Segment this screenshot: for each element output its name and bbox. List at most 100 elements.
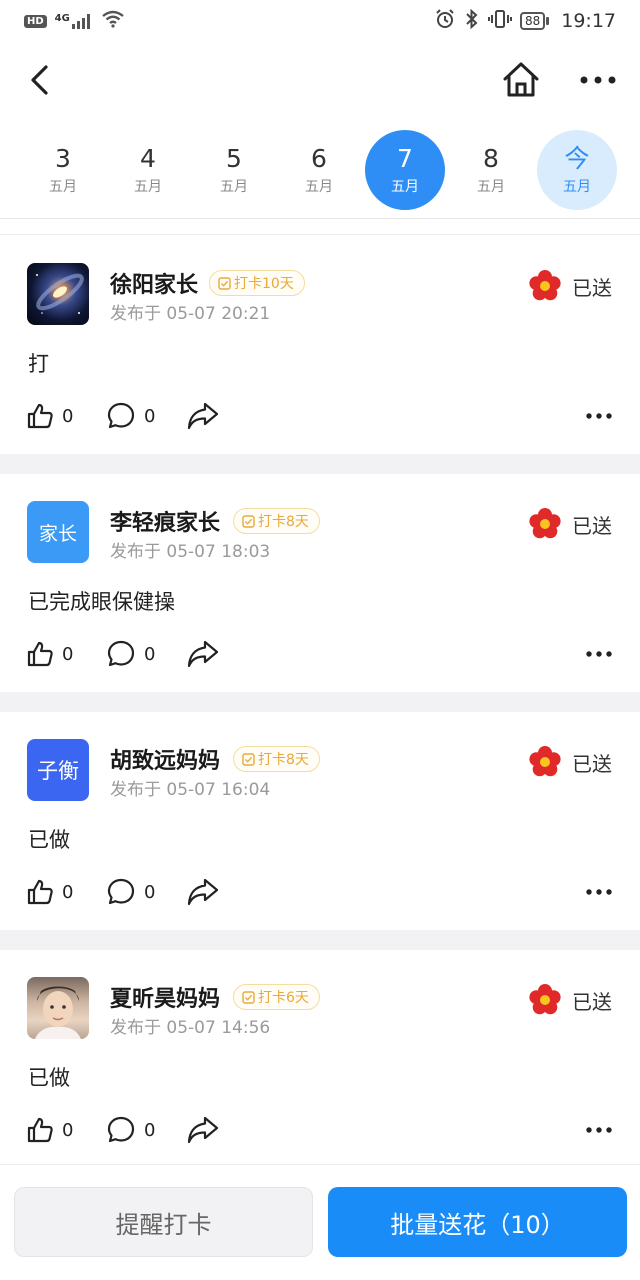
home-icon	[503, 62, 539, 97]
flower-sent[interactable]: 已送	[528, 507, 612, 541]
date-day: 5	[226, 144, 242, 173]
avatar[interactable]: 子衡	[27, 739, 89, 801]
date-item[interactable]: 5 五月	[194, 130, 274, 210]
action-row: 0 0	[26, 398, 616, 434]
author-name: 胡致远妈妈	[110, 749, 221, 774]
divider	[0, 218, 640, 219]
like-button[interactable]: 0	[26, 1112, 73, 1148]
comment-button[interactable]: 0	[106, 636, 155, 672]
date-item[interactable]: 6 五月	[279, 130, 359, 210]
comment-button[interactable]: 0	[106, 398, 155, 434]
post-content: 已做	[28, 828, 70, 852]
bluetooth-icon	[464, 8, 480, 34]
post-card: 家长 李轻痕家长 打卡8天 发布于 05-07 18:03 已送 已完成眼保健操…	[0, 474, 640, 692]
battery-icon: 88	[519, 12, 550, 30]
more-horizontal-icon	[586, 889, 612, 895]
post-separator	[0, 692, 640, 712]
alarm-icon	[434, 8, 456, 34]
avatar[interactable]: 家长	[27, 501, 89, 563]
vibrate-icon	[487, 8, 512, 34]
more-horizontal-icon	[580, 76, 616, 84]
action-row: 0 0	[26, 1112, 616, 1148]
like-count: 0	[62, 1119, 74, 1141]
share-icon	[187, 640, 219, 668]
date-month: 五月	[49, 179, 77, 195]
like-count: 0	[62, 405, 74, 427]
checkin-feed[interactable]: 徐阳家长 打卡10天 发布于 05-07 20:21 已送 打 0 0 家长 李…	[0, 236, 640, 1164]
like-button[interactable]: 0	[26, 398, 73, 434]
share-button[interactable]	[186, 1112, 220, 1148]
flower-icon	[529, 270, 561, 301]
batch-send-flowers-button[interactable]: 批量送花（10）	[328, 1187, 627, 1257]
streak-badge: 打卡8天	[233, 746, 320, 772]
post-card: 子衡 胡致远妈妈 打卡8天 发布于 05-07 16:04 已送 已做 0 0	[0, 712, 640, 930]
streak-label: 打卡6天	[258, 990, 309, 1006]
date-item[interactable]: 8 五月	[451, 130, 531, 210]
back-button[interactable]	[22, 62, 56, 98]
date-month: 五月	[391, 179, 419, 195]
date-month: 五月	[220, 179, 248, 195]
post-separator	[0, 454, 640, 474]
like-button[interactable]: 0	[26, 636, 73, 672]
more-horizontal-icon	[586, 651, 612, 657]
post-more-button[interactable]	[582, 636, 616, 672]
more-horizontal-icon	[586, 413, 612, 419]
post-content: 打	[28, 352, 49, 376]
comment-button[interactable]: 0	[106, 874, 155, 910]
comment-count: 0	[144, 643, 156, 665]
date-day: 7	[397, 144, 413, 173]
flower-sent[interactable]: 已送	[528, 983, 612, 1017]
comment-button[interactable]: 0	[106, 1112, 155, 1148]
date-item-today[interactable]: 今 五月	[537, 130, 617, 210]
flower-sent[interactable]: 已送	[528, 269, 612, 303]
signal-icon: 4G	[55, 13, 93, 29]
date-item[interactable]: 4 五月	[108, 130, 188, 210]
flower-icon	[529, 984, 561, 1015]
more-button[interactable]	[576, 62, 620, 98]
date-day: 3	[55, 144, 71, 173]
avatar[interactable]	[27, 263, 89, 325]
author-name: 徐阳家长	[110, 273, 199, 298]
post-time: 发布于 05-07 20:21	[110, 304, 271, 324]
streak-label: 打卡8天	[258, 514, 309, 530]
comment-icon	[107, 1116, 135, 1143]
date-strip: 3 五月 4 五月 5 五月 6 五月 7 五月 8 五月 今 五月	[0, 128, 640, 214]
date-month: 五月	[563, 179, 591, 195]
streak-label: 打卡8天	[258, 752, 309, 768]
date-item-selected[interactable]: 7 五月	[365, 130, 445, 210]
home-button[interactable]	[500, 58, 542, 100]
comment-count: 0	[144, 1119, 156, 1141]
post-more-button[interactable]	[582, 1112, 616, 1148]
post-more-button[interactable]	[582, 874, 616, 910]
post-card: 徐阳家长 打卡10天 发布于 05-07 20:21 已送 打 0 0	[0, 236, 640, 454]
avatar[interactable]	[27, 977, 89, 1039]
comment-count: 0	[144, 405, 156, 427]
date-day: 6	[311, 144, 327, 173]
share-button[interactable]	[186, 636, 220, 672]
galaxy-image	[36, 273, 84, 314]
post-content: 已完成眼保健操	[28, 590, 175, 614]
status-bar: HD 4G 88 19:17	[0, 0, 640, 42]
thumbs-up-icon	[27, 403, 53, 429]
thumbs-up-icon	[27, 879, 53, 905]
sent-label: 已送	[572, 989, 612, 1014]
date-item[interactable]: 3 五月	[23, 130, 103, 210]
share-icon	[187, 1116, 219, 1144]
date-month: 五月	[305, 179, 333, 195]
comment-icon	[107, 402, 135, 429]
flower-icon	[529, 746, 561, 777]
action-row: 0 0	[26, 874, 616, 910]
flower-sent[interactable]: 已送	[528, 745, 612, 779]
status-right: 88 19:17	[434, 8, 616, 34]
share-button[interactable]	[186, 398, 220, 434]
remind-checkin-button[interactable]: 提醒打卡	[14, 1187, 313, 1257]
post-more-button[interactable]	[582, 398, 616, 434]
comment-icon	[107, 878, 135, 905]
sent-label: 已送	[572, 513, 612, 538]
like-count: 0	[62, 881, 74, 903]
share-button[interactable]	[186, 874, 220, 910]
date-day: 8	[483, 144, 499, 173]
checkbox-icon	[242, 990, 255, 1004]
sent-label: 已送	[572, 275, 612, 300]
like-button[interactable]: 0	[26, 874, 73, 910]
